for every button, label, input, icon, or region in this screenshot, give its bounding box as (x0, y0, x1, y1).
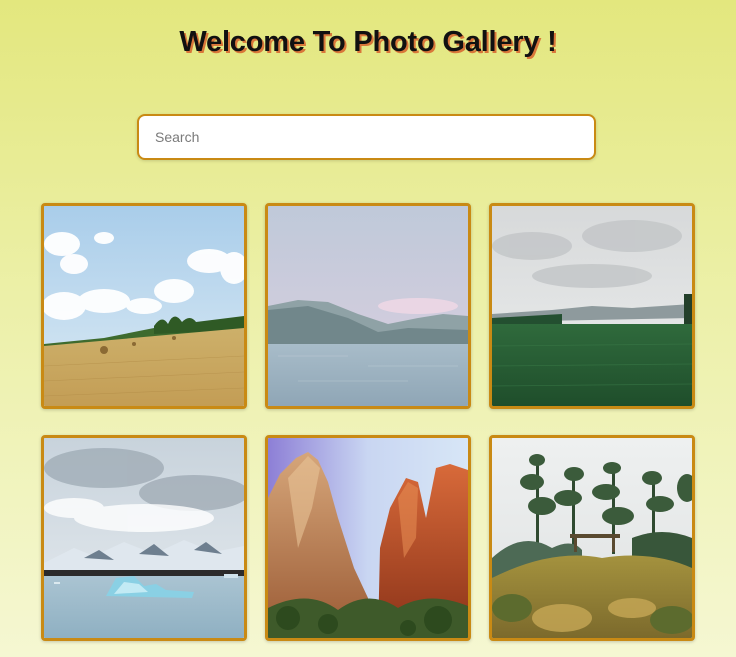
photo-tile-lake[interactable] (265, 203, 471, 409)
page-title: Welcome To Photo Gallery ! (179, 26, 557, 58)
photo-tile-garden[interactable] (489, 435, 695, 641)
photo-tile-red-canyon[interactable] (265, 435, 471, 641)
search-input[interactable] (137, 114, 596, 160)
photo-lake (268, 206, 468, 406)
photo-tile-green-valley[interactable] (489, 203, 695, 409)
photo-garden (492, 438, 692, 638)
photo-glacier-lagoon (44, 438, 244, 638)
photo-tile-hay-field[interactable] (41, 203, 247, 409)
photo-red-canyon (268, 438, 468, 638)
photo-green-valley (492, 206, 692, 406)
photo-tile-glacier-lagoon[interactable] (41, 435, 247, 641)
photo-hay-field (44, 206, 244, 406)
search-bar (137, 114, 596, 160)
